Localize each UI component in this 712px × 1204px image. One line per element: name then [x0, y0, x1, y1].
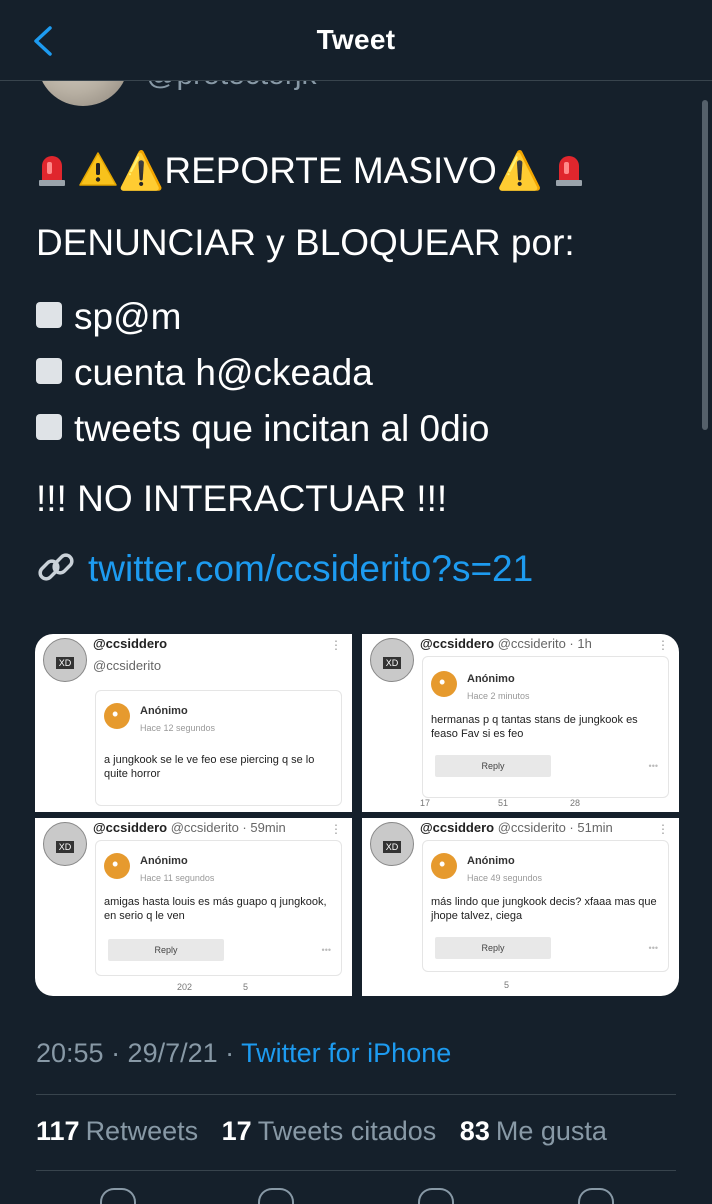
tweet-line-denunciar: DENUNCIAR y BLOQUEAR por: — [36, 222, 575, 263]
page-title: Tweet — [316, 24, 396, 55]
retweet-icon[interactable] — [258, 1188, 294, 1204]
question-author: Anónimo — [140, 855, 188, 867]
avatar: XD — [43, 822, 87, 866]
more-dots-icon: ••• — [648, 761, 658, 771]
scrollbar[interactable] — [702, 100, 708, 430]
divider — [36, 1094, 676, 1095]
reply-icon[interactable] — [100, 1188, 136, 1204]
question-time: Hace 11 segundos — [140, 873, 215, 883]
share-icon[interactable] — [578, 1188, 614, 1204]
paw-avatar-icon — [431, 853, 457, 879]
more-options-icon: ⋮ — [330, 822, 342, 836]
checkbox-square-icon — [36, 358, 62, 385]
reply-button: Reply — [108, 939, 224, 961]
question-card: Anónimo Hace 2 minutos hermanas p q tant… — [422, 656, 669, 798]
question-card: Anónimo Hace 49 segundos más lindo que j… — [422, 840, 669, 972]
engagement-row: 5 — [362, 980, 679, 996]
media-image-1[interactable]: XD @ccsiddero @ccsiderito ⋮ Anónimo Hace… — [35, 634, 352, 812]
reason-item: sp@m — [36, 296, 181, 338]
paw-avatar-icon — [104, 853, 130, 879]
reason-text: cuenta h@ckeada — [74, 352, 373, 393]
more-options-icon: ⋮ — [657, 638, 669, 652]
link-chain-icon — [38, 553, 74, 581]
more-dots-icon: ••• — [648, 943, 658, 953]
screenshot-display-name: @ccsiddero @ccsiderito · 59min — [93, 820, 286, 835]
media-image-4[interactable]: XD @ccsiddero @ccsiderito · 51min ⋮ Anón… — [362, 818, 679, 996]
tweet-heading-line: ⚠️REPORTE MASIVO⚠️ — [36, 150, 585, 193]
tweet-time: 20:55 · 29/7/21 · — [36, 1038, 242, 1068]
checkbox-square-icon — [36, 414, 62, 441]
avatar: XD — [370, 638, 414, 682]
tweet-timestamp: 20:55 · 29/7/21 · Twitter for iPhone — [36, 1038, 451, 1069]
warning-icon — [79, 152, 118, 186]
quote-tweets-count[interactable]: 17 Tweets citados — [222, 1116, 437, 1146]
tweet-action-bar — [0, 1188, 712, 1204]
avatar: XD — [370, 822, 414, 866]
screenshot-display-name: @ccsiddero @ccsiderito · 1h — [420, 636, 592, 651]
likes-count[interactable]: 83 Me gusta — [460, 1116, 607, 1146]
question-author: Anónimo — [140, 705, 188, 717]
media-image-2[interactable]: XD @ccsiddero @ccsiderito · 1h ⋮ Anónimo… — [362, 634, 679, 812]
tweet-warning-line: !!! NO INTERACTUAR !!! — [36, 478, 448, 519]
retweet-count: 202 — [177, 982, 193, 992]
divider — [36, 1170, 676, 1171]
media-image-3[interactable]: XD @ccsiddero @ccsiderito · 59min ⋮ Anón… — [35, 818, 352, 996]
screenshot-handle: @ccsiderito — [93, 658, 162, 673]
tweet-heading-text: ⚠️REPORTE MASIVO⚠️ — [118, 150, 543, 191]
question-text: más lindo que jungkook decis? xfaaa mas … — [431, 896, 657, 922]
engagement-row: 17 51 28 — [362, 798, 679, 812]
like-count: 5 — [243, 982, 249, 992]
engagement-row: 202 5 — [35, 982, 352, 996]
reason-text: tweets que incitan al 0dio — [74, 408, 490, 449]
more-dots-icon: ••• — [321, 945, 331, 955]
siren-icon — [39, 156, 65, 187]
retweet-count: 5 — [504, 980, 510, 990]
checkbox-square-icon — [36, 302, 62, 329]
tweet-link-row[interactable]: twitter.com/ccsiderito?s=21 — [36, 548, 533, 591]
question-text: hermanas p q tantas stans de jungkook es… — [431, 714, 638, 740]
question-author: Anónimo — [467, 855, 515, 867]
like-count: 28 — [570, 798, 581, 808]
avatar: XD — [43, 638, 87, 682]
screenshot-display-name: @ccsiddero @ccsiderito · 51min — [420, 820, 613, 835]
question-time: Hace 12 segundos — [140, 723, 216, 733]
question-author: Anónimo — [467, 673, 515, 685]
top-nav-bar: Tweet — [0, 0, 712, 81]
reply-button: Reply — [435, 937, 551, 959]
question-card: Anónimo Hace 12 segundos a jungkook se l… — [95, 690, 342, 806]
question-text: a jungkook se le ve feo ese piercing q s… — [104, 754, 315, 780]
retweets-count[interactable]: 117 Retweets — [36, 1116, 198, 1146]
reason-item: cuenta h@ckeada — [36, 352, 373, 394]
tweet-link[interactable]: twitter.com/ccsiderito?s=21 — [88, 548, 533, 589]
engagement-counts: 117 Retweets 17 Tweets citados 83 Me gusta — [36, 1116, 607, 1147]
media-grid[interactable]: XD @ccsiddero @ccsiderito ⋮ Anónimo Hace… — [35, 634, 679, 996]
more-options-icon: ⋮ — [330, 638, 342, 652]
reason-text: sp@m — [74, 296, 182, 337]
question-text: amigas hasta louis es más guapo q jungko… — [104, 896, 327, 922]
paw-avatar-icon — [431, 671, 457, 697]
paw-avatar-icon — [104, 703, 130, 729]
siren-icon — [556, 156, 583, 187]
tweet-source-link[interactable]: Twitter for iPhone — [241, 1038, 451, 1068]
reply-count: 17 — [420, 798, 431, 808]
retweet-count: 51 — [498, 798, 509, 808]
screenshot-display-name: @ccsiddero — [93, 636, 168, 651]
question-time: Hace 49 segundos — [467, 873, 543, 883]
reply-button: Reply — [435, 755, 551, 777]
like-icon[interactable] — [418, 1188, 454, 1204]
question-card: Anónimo Hace 11 segundos amigas hasta lo… — [95, 840, 342, 976]
question-time: Hace 2 minutos — [467, 691, 530, 701]
reason-item: tweets que incitan al 0dio — [36, 408, 490, 450]
more-options-icon: ⋮ — [657, 822, 669, 836]
